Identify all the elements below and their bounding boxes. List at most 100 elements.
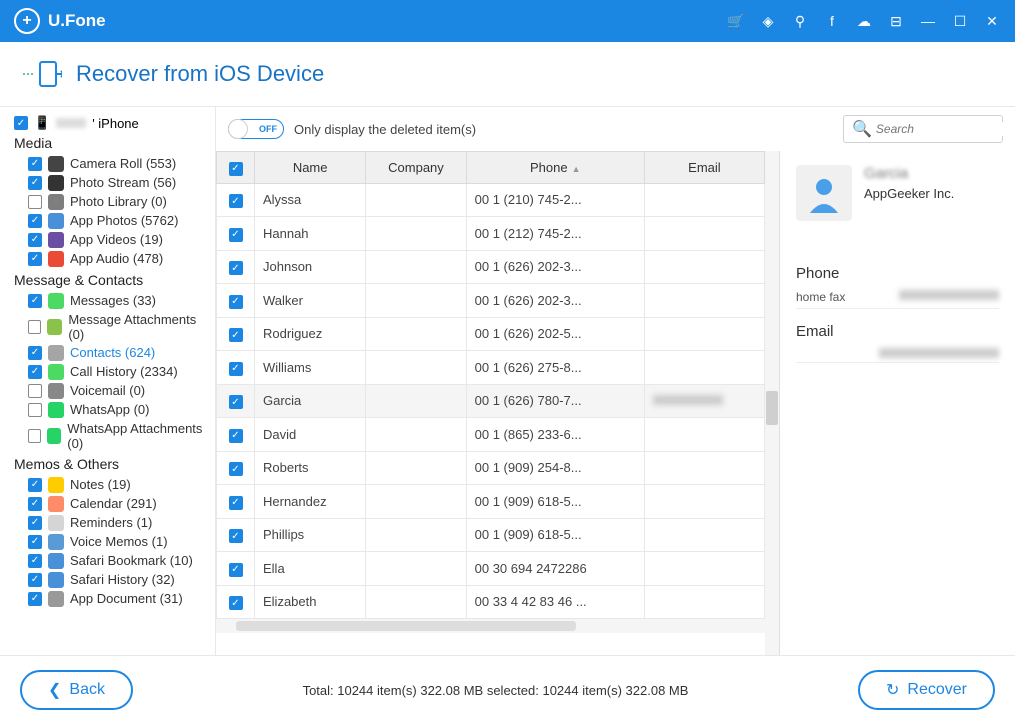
- sidebar-item[interactable]: ✓Messages (33): [14, 291, 207, 310]
- row-checkbox[interactable]: ✓: [229, 563, 243, 577]
- table-row[interactable]: ✓Garcia00 1 (626) 780-7...: [217, 384, 765, 418]
- search-box[interactable]: 🔍: [843, 115, 1003, 143]
- col-name[interactable]: Name: [255, 152, 366, 184]
- table-row[interactable]: ✓Hernandez00 1 (909) 618-5...: [217, 485, 765, 519]
- feedback-icon[interactable]: ⊟: [887, 12, 905, 30]
- item-checkbox[interactable]: [28, 403, 42, 417]
- close-icon[interactable]: ✕: [983, 12, 1001, 30]
- item-checkbox[interactable]: [28, 320, 41, 334]
- device-icon: [22, 60, 62, 88]
- item-checkbox[interactable]: ✓: [28, 365, 42, 379]
- item-checkbox[interactable]: ✓: [28, 497, 42, 511]
- sidebar-item[interactable]: ✓App Audio (478): [14, 249, 207, 268]
- table-row[interactable]: ✓Hannah00 1 (212) 745-2...: [217, 217, 765, 251]
- item-checkbox[interactable]: ✓: [28, 592, 42, 606]
- sidebar-item[interactable]: ✓App Document (31): [14, 589, 207, 608]
- sidebar-item[interactable]: ✓Photo Stream (56): [14, 173, 207, 192]
- col-email[interactable]: Email: [644, 152, 764, 184]
- sidebar-item[interactable]: ✓Call History (2334): [14, 362, 207, 381]
- vscroll-thumb[interactable]: [766, 391, 778, 425]
- sidebar-item[interactable]: ✓Notes (19): [14, 475, 207, 494]
- row-checkbox[interactable]: ✓: [229, 328, 243, 342]
- search-input[interactable]: [876, 122, 1015, 136]
- row-checkbox[interactable]: ✓: [229, 261, 243, 275]
- category-icon: [48, 496, 64, 512]
- cart-icon[interactable]: 🛒: [727, 12, 745, 30]
- table-row[interactable]: ✓Roberts00 1 (909) 254-8...: [217, 451, 765, 485]
- sidebar-item[interactable]: ✓Reminders (1): [14, 513, 207, 532]
- item-checkbox[interactable]: ✓: [28, 233, 42, 247]
- hscroll-thumb[interactable]: [236, 621, 576, 631]
- item-checkbox[interactable]: ✓: [28, 573, 42, 587]
- item-checkbox[interactable]: ✓: [28, 516, 42, 530]
- table-row[interactable]: ✓Johnson00 1 (626) 202-3...: [217, 250, 765, 284]
- chat-icon[interactable]: ☁: [855, 12, 873, 30]
- row-checkbox[interactable]: ✓: [229, 429, 243, 443]
- cell-company: [366, 284, 466, 318]
- sidebar-item[interactable]: ✓Contacts (624): [14, 343, 207, 362]
- sidebar-item[interactable]: ✓Camera Roll (553): [14, 154, 207, 173]
- horizontal-scrollbar[interactable]: [216, 619, 765, 633]
- sidebar-item[interactable]: Photo Library (0): [14, 192, 207, 211]
- sidebar-item-label: Voice Memos (1): [70, 534, 168, 549]
- sidebar-item[interactable]: Message Attachments (0): [14, 310, 207, 343]
- cell-name: Johnson: [255, 250, 366, 284]
- item-checkbox[interactable]: ✓: [28, 554, 42, 568]
- item-checkbox[interactable]: ✓: [28, 214, 42, 228]
- vertical-scrollbar[interactable]: [765, 151, 779, 655]
- sidebar-item[interactable]: WhatsApp (0): [14, 400, 207, 419]
- cell-name: Garcia: [255, 384, 366, 418]
- row-checkbox[interactable]: ✓: [229, 228, 243, 242]
- row-checkbox[interactable]: ✓: [229, 596, 243, 610]
- item-checkbox[interactable]: ✓: [28, 294, 42, 308]
- col-company[interactable]: Company: [366, 152, 466, 184]
- item-checkbox[interactable]: ✓: [28, 176, 42, 190]
- sidebar-item[interactable]: ✓ Voice Memos (1): [14, 532, 207, 551]
- key-icon[interactable]: ⚲: [791, 12, 809, 30]
- row-checkbox[interactable]: ✓: [229, 295, 243, 309]
- device-checkbox[interactable]: ✓: [14, 116, 28, 130]
- row-checkbox[interactable]: ✓: [229, 395, 243, 409]
- row-checkbox[interactable]: ✓: [229, 496, 243, 510]
- col-phone[interactable]: Phone▲: [466, 152, 644, 184]
- item-checkbox[interactable]: [28, 384, 42, 398]
- item-checkbox[interactable]: [28, 429, 41, 443]
- select-all-checkbox[interactable]: ✓: [229, 162, 243, 176]
- table-row[interactable]: ✓Ella00 30 694 2472286: [217, 552, 765, 586]
- item-checkbox[interactable]: ✓: [28, 535, 42, 549]
- row-checkbox[interactable]: ✓: [229, 194, 243, 208]
- diamond-icon[interactable]: ◈: [759, 12, 777, 30]
- device-row[interactable]: ✓ 📱 ' iPhone: [14, 115, 207, 131]
- table-row[interactable]: ✓Phillips00 1 (909) 618-5...: [217, 518, 765, 552]
- minimize-icon[interactable]: —: [919, 12, 937, 30]
- row-checkbox[interactable]: ✓: [229, 529, 243, 543]
- sidebar-item[interactable]: ✓App Videos (19): [14, 230, 207, 249]
- row-checkbox[interactable]: ✓: [229, 462, 243, 476]
- contacts-table-scroll[interactable]: ✓ Name Company Phone▲ Email ✓Alyssa00 1 …: [216, 151, 765, 655]
- sidebar-item[interactable]: Voicemail (0): [14, 381, 207, 400]
- table-row[interactable]: ✓David00 1 (865) 233-6...: [217, 418, 765, 452]
- item-checkbox[interactable]: [28, 195, 42, 209]
- facebook-icon[interactable]: f: [823, 12, 841, 30]
- maximize-icon[interactable]: ☐: [951, 12, 969, 30]
- sidebar-item[interactable]: WhatsApp Attachments (0): [14, 419, 207, 452]
- table-row[interactable]: ✓Williams00 1 (626) 275-8...: [217, 351, 765, 385]
- item-checkbox[interactable]: ✓: [28, 478, 42, 492]
- recover-button[interactable]: ↻ Recover: [858, 670, 995, 710]
- back-button[interactable]: ❮ Back: [20, 670, 133, 710]
- table-row[interactable]: ✓Alyssa00 1 (210) 745-2...: [217, 183, 765, 217]
- sidebar-item[interactable]: ✓App Photos (5762): [14, 211, 207, 230]
- table-row[interactable]: ✓Elizabeth00 33 4 42 83 46 ...: [217, 585, 765, 619]
- table-row[interactable]: ✓Rodriguez00 1 (626) 202-5...: [217, 317, 765, 351]
- row-checkbox[interactable]: ✓: [229, 362, 243, 376]
- logo-icon: +: [14, 8, 40, 34]
- item-checkbox[interactable]: ✓: [28, 346, 42, 360]
- item-checkbox[interactable]: ✓: [28, 157, 42, 171]
- item-checkbox[interactable]: ✓: [28, 252, 42, 266]
- sidebar-item[interactable]: ✓Safari Bookmark (10): [14, 551, 207, 570]
- sidebar-item[interactable]: ✓Safari History (32): [14, 570, 207, 589]
- deleted-only-toggle[interactable]: OFF: [228, 119, 284, 139]
- sidebar-item[interactable]: ✓Calendar (291): [14, 494, 207, 513]
- sidebar-item-label: Voicemail (0): [70, 383, 145, 398]
- table-row[interactable]: ✓Walker00 1 (626) 202-3...: [217, 284, 765, 318]
